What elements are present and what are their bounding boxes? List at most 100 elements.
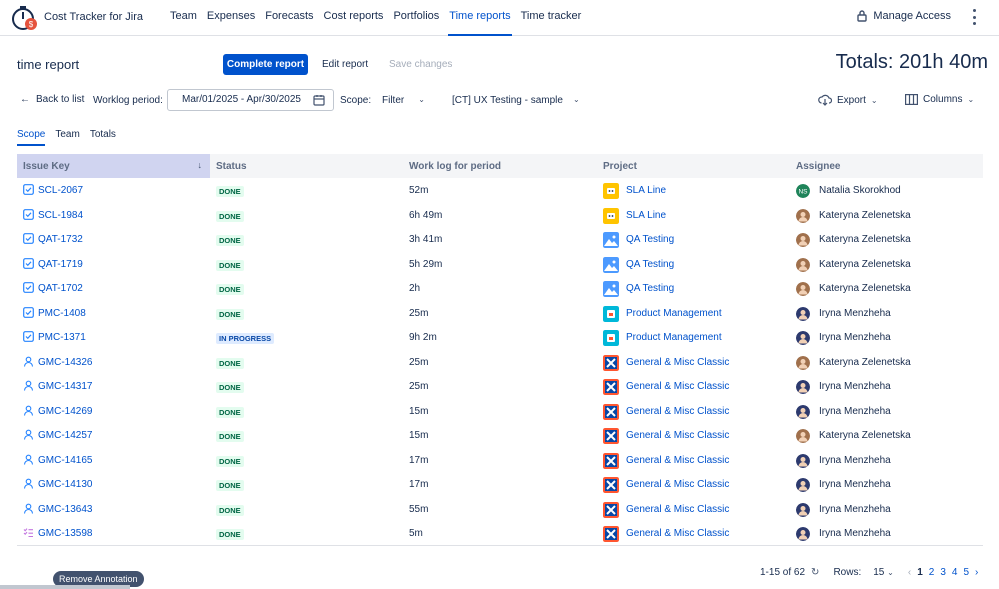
issue-key-link[interactable]: PMC-1408 bbox=[38, 308, 86, 319]
column-header-project[interactable]: Project bbox=[603, 161, 637, 172]
date-range-value: Mar/01/2025 - Apr/30/2025 bbox=[182, 94, 301, 105]
complete-report-button[interactable]: Complete report bbox=[223, 54, 308, 75]
table-row[interactable]: QAT-1732 DONE 3h 41m QA Testing Kateryna Zel… bbox=[17, 228, 983, 253]
more-menu-icon[interactable] bbox=[969, 9, 979, 25]
table-row[interactable]: GMC-14326 DONE 25m General & Misc Classic Ka… bbox=[17, 351, 983, 376]
issue-key-link[interactable]: QAT-1702 bbox=[38, 283, 83, 294]
issue-key-link[interactable]: PMC-1371 bbox=[38, 332, 86, 343]
worklog-value: 17m bbox=[409, 479, 429, 490]
project-link[interactable]: General & Misc Classic bbox=[626, 406, 729, 417]
issue-key-link[interactable]: GMC-14269 bbox=[38, 406, 92, 417]
table-row[interactable]: GMC-14165 DONE 17m General & Misc Classic Ir… bbox=[17, 449, 983, 474]
calendar-icon[interactable] bbox=[313, 94, 325, 106]
table-row[interactable]: GMC-13598 DONE 5m General & Misc Classic Iry… bbox=[17, 522, 983, 547]
project-link[interactable]: QA Testing bbox=[626, 234, 674, 245]
project-link[interactable]: General & Misc Classic bbox=[626, 381, 729, 392]
issue-key-link[interactable]: GMC-14317 bbox=[38, 381, 92, 392]
column-header-worklog[interactable]: Work log for period bbox=[409, 161, 501, 172]
table-row[interactable]: GMC-14257 DONE 15m General & Misc Classic Ka… bbox=[17, 424, 983, 449]
project-product-management-icon bbox=[603, 305, 619, 322]
table-row[interactable]: PMC-1371 IN PROGRESS 9h 2m Product Manageme… bbox=[17, 326, 983, 351]
issue-key-link[interactable]: SCL-1984 bbox=[38, 210, 83, 221]
project-link[interactable]: General & Misc Classic bbox=[626, 479, 729, 490]
table-row[interactable]: GMC-14317 DONE 25m General & Misc Classic Ir… bbox=[17, 375, 983, 400]
tab-team[interactable]: Team bbox=[55, 129, 79, 146]
project-link[interactable]: SLA Line bbox=[626, 185, 666, 196]
task-type-icon bbox=[23, 233, 34, 244]
project-link[interactable]: QA Testing bbox=[626, 259, 674, 270]
nav-item-forecasts[interactable]: Forecasts bbox=[260, 0, 318, 36]
column-header-assignee[interactable]: Assignee bbox=[796, 161, 840, 172]
table-row[interactable]: GMC-13643 DONE 55m General & Misc Classic Ir… bbox=[17, 498, 983, 523]
tab-totals[interactable]: Totals bbox=[90, 129, 116, 146]
next-page-icon[interactable]: › bbox=[975, 567, 978, 578]
issue-key-link[interactable]: GMC-14130 bbox=[38, 479, 92, 490]
columns-button[interactable]: Columns ⌄ bbox=[905, 94, 974, 105]
nav-item-portfolios[interactable]: Portfolios bbox=[388, 0, 444, 36]
issue-key-link[interactable]: QAT-1732 bbox=[38, 234, 83, 245]
status-badge: DONE bbox=[216, 382, 244, 393]
nav-item-time-reports[interactable]: Time reports bbox=[444, 0, 515, 36]
project-product-management-icon bbox=[603, 330, 619, 346]
nav-item-cost-reports[interactable]: Cost reports bbox=[319, 0, 389, 36]
nav-item-expenses[interactable]: Expenses bbox=[202, 0, 260, 36]
nav-item-time-tracker[interactable]: Time tracker bbox=[516, 0, 587, 36]
page-2-button[interactable]: 2 bbox=[929, 567, 935, 578]
edit-report-button[interactable]: Edit report bbox=[322, 59, 368, 70]
worklog-period-label: Worklog period: bbox=[93, 95, 163, 106]
project-filter-select[interactable]: [CT] UX Testing - sample ⌄ bbox=[452, 95, 580, 106]
worklog-date-range-input[interactable]: Mar/01/2025 - Apr/30/2025 bbox=[167, 89, 334, 111]
table-row[interactable]: SCL-1984 DONE 6h 49m SLA Line Kateryna Zelen… bbox=[17, 204, 983, 229]
avatar bbox=[796, 331, 810, 345]
table-row[interactable]: GMC-14269 DONE 15m General & Misc Classic Ir… bbox=[17, 400, 983, 425]
assignee-name: Kateryna Zelenetska bbox=[819, 209, 911, 221]
assignee-name: Kateryna Zelenetska bbox=[819, 430, 911, 441]
issue-key-link[interactable]: GMC-14165 bbox=[38, 455, 92, 466]
table-row[interactable]: QAT-1702 DONE 2h QA Testing Kateryna Zelenet… bbox=[17, 277, 983, 302]
project-link[interactable]: Product Management bbox=[626, 332, 722, 343]
project-link[interactable]: Product Management bbox=[626, 308, 722, 319]
avatar: NS bbox=[796, 184, 810, 198]
column-header-issue-key[interactable]: Issue Key ↓ bbox=[17, 154, 210, 178]
issue-key-link[interactable]: GMC-13643 bbox=[38, 504, 92, 515]
status-badge: DONE bbox=[216, 504, 244, 516]
refresh-icon[interactable]: ↻ bbox=[811, 567, 819, 578]
scope-filter-select[interactable]: Filter ⌄ bbox=[382, 95, 425, 106]
table-row[interactable]: PMC-1408 DONE 25m Product Management Iryna M… bbox=[17, 302, 983, 327]
assignee-name: Natalia Skorokhod bbox=[819, 185, 901, 196]
column-header-status[interactable]: Status bbox=[216, 161, 247, 172]
table-row[interactable]: QAT-1719 DONE 5h 29m QA Testing Kateryna Zel… bbox=[17, 253, 983, 278]
page-5-button[interactable]: 5 bbox=[963, 567, 969, 578]
back-to-list-link[interactable]: ← Back to list bbox=[20, 94, 84, 105]
page-3-button[interactable]: 3 bbox=[940, 567, 946, 578]
sort-descending-icon[interactable]: ↓ bbox=[198, 160, 203, 170]
chevron-down-icon: ⌄ bbox=[870, 95, 878, 105]
tab-scope[interactable]: Scope bbox=[17, 129, 46, 146]
worklog-value: 5m bbox=[409, 528, 423, 539]
page-4-button[interactable]: 4 bbox=[952, 567, 958, 578]
rows-per-page-select[interactable]: 15 ⌄ bbox=[873, 567, 894, 578]
project-link[interactable]: General & Misc Classic bbox=[626, 430, 729, 441]
project-link[interactable]: SLA Line bbox=[626, 210, 666, 221]
prev-page-icon[interactable]: ‹ bbox=[908, 567, 911, 578]
issue-key-link[interactable]: GMC-14257 bbox=[38, 430, 92, 441]
project-link[interactable]: QA Testing bbox=[626, 283, 674, 294]
worklog-value: 6h 49m bbox=[409, 209, 443, 221]
issue-key-link[interactable]: SCL-2067 bbox=[38, 185, 83, 196]
table-row[interactable]: GMC-14130 DONE 17m General & Misc Classic Ir… bbox=[17, 473, 983, 498]
project-link[interactable]: General & Misc Classic bbox=[626, 504, 729, 515]
issue-key-link[interactable]: GMC-13598 bbox=[38, 528, 92, 539]
issue-key-link[interactable]: GMC-14326 bbox=[38, 357, 92, 368]
save-changes-button[interactable]: Save changes bbox=[389, 59, 452, 70]
worklog-value: 55m bbox=[409, 503, 429, 515]
project-link[interactable]: General & Misc Classic bbox=[626, 455, 729, 466]
project-link[interactable]: General & Misc Classic bbox=[626, 528, 729, 539]
manage-access-button[interactable]: Manage Access bbox=[857, 10, 951, 22]
page-1-button[interactable]: 1 bbox=[917, 567, 923, 578]
issue-key-link[interactable]: QAT-1719 bbox=[38, 259, 83, 270]
horizontal-scrollbar[interactable] bbox=[0, 585, 130, 589]
table-row[interactable]: SCL-2067 DONE 52m SLA Line NS Natalia Skorokh… bbox=[17, 179, 983, 204]
project-link[interactable]: General & Misc Classic bbox=[626, 357, 729, 368]
export-button[interactable]: Export ⌄ bbox=[818, 94, 878, 106]
nav-item-team[interactable]: Team bbox=[165, 0, 202, 36]
